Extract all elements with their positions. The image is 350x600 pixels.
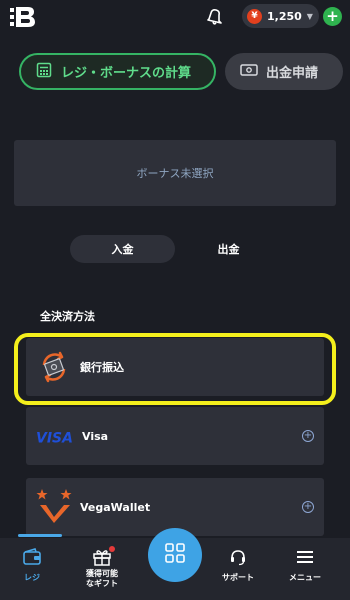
notification-dot <box>109 546 115 552</box>
headset-icon <box>228 548 248 570</box>
withdrawal-button-label: 出金申請 <box>266 66 319 81</box>
nav-item-menu[interactable]: メニュー <box>289 548 321 583</box>
chevron-down-icon: ▼ <box>306 11 313 21</box>
top-bar: ¥ 1,250 ▼ + <box>0 0 350 34</box>
menu-icon <box>295 548 315 570</box>
center-grid-button[interactable] <box>148 528 202 582</box>
nav-label-gifts-text: 獲得可能 なギフト <box>86 569 118 588</box>
notification-bell-icon[interactable] <box>205 6 225 26</box>
calculator-icon <box>36 62 52 82</box>
brand-logo[interactable] <box>10 6 36 28</box>
calculator-button-label: レジ・ボーナスの計算 <box>61 66 192 81</box>
selection-highlight-frame <box>14 333 336 405</box>
tab-deposit[interactable]: 入金 <box>70 235 175 263</box>
balance-display[interactable]: ¥ 1,250 ▼ <box>242 4 319 28</box>
nav-label-support: サポート <box>222 573 254 582</box>
yen-coin-icon: ¥ <box>247 8 262 24</box>
visa-logo: VISA <box>36 429 74 447</box>
method-name-visa: Visa <box>82 429 109 443</box>
grid-icon <box>164 542 186 568</box>
nav-label-register: レジ <box>24 573 40 582</box>
bonus-selector-label: ボーナス未選択 <box>136 167 214 180</box>
active-tab-indicator <box>18 534 62 537</box>
tab-withdraw[interactable]: 出金 <box>176 235 281 263</box>
payment-methods-title: 全決済方法 <box>40 310 95 323</box>
svg-text:VISA: VISA <box>36 431 73 445</box>
withdrawal-request-button[interactable]: 出金申請 <box>225 53 343 90</box>
nav-label-menu: メニュー <box>289 573 321 582</box>
method-name-vegawallet: VegaWallet <box>80 500 151 514</box>
expand-plus-icon[interactable]: + <box>302 501 314 513</box>
nav-item-available-gifts[interactable]: 獲得可能 なギフト <box>86 546 118 589</box>
nav-item-support[interactable]: サポート <box>222 548 254 583</box>
expand-plus-icon[interactable]: + <box>302 430 314 442</box>
gift-icon <box>91 546 115 566</box>
vegawallet-logo <box>36 487 74 527</box>
bonus-selector[interactable]: ボーナス未選択 <box>14 140 336 206</box>
nav-label-available-gifts: 獲得可能 なギフト <box>86 569 118 589</box>
nav-item-register[interactable]: レジ <box>22 548 42 583</box>
payment-method-visa[interactable]: VISA Visa + <box>26 407 324 465</box>
add-funds-button[interactable]: + <box>323 7 342 26</box>
register-bonus-calculator-button[interactable]: レジ・ボーナスの計算 <box>19 53 216 90</box>
balance-amount: 1,250 <box>267 9 302 23</box>
cash-icon <box>240 62 258 81</box>
wallet-icon <box>22 548 42 570</box>
